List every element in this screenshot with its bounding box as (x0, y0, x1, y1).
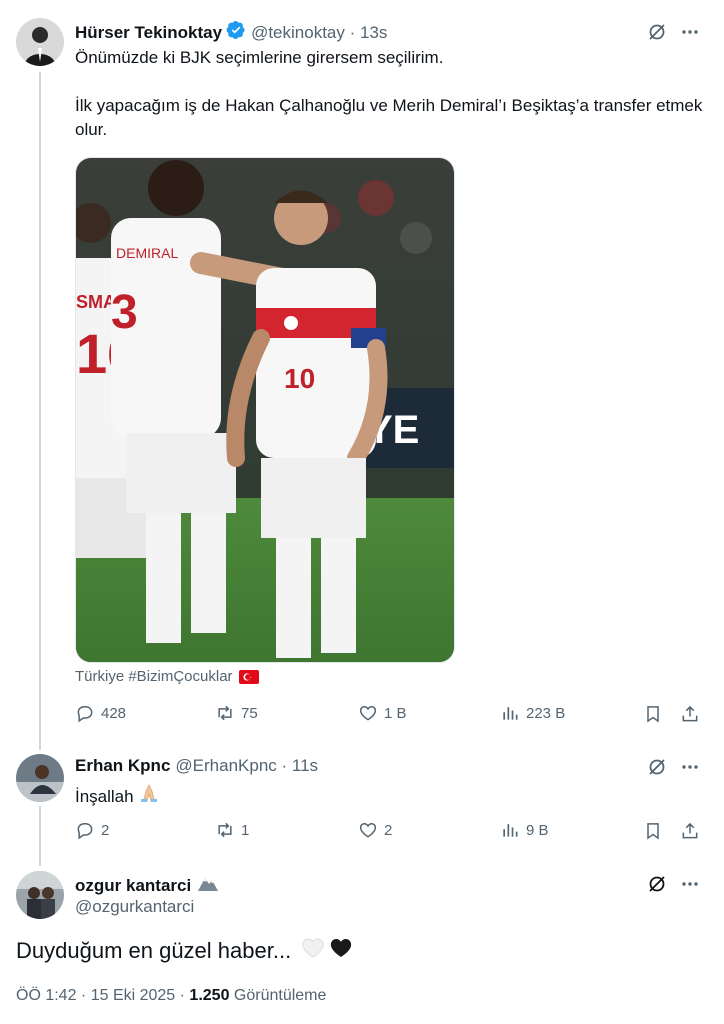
heart-icon (359, 822, 377, 838)
reply-icon (77, 706, 93, 723)
turkey-flag-icon (238, 669, 259, 684)
author-handle[interactable]: @ErhanKpnc · 11s (175, 756, 318, 776)
repost-button[interactable]: 75 (215, 703, 258, 723)
repost-count: 75 (241, 704, 258, 722)
reply-count: 428 (101, 704, 127, 722)
grok-icon[interactable] (646, 873, 668, 895)
like-count: 1 B (384, 704, 407, 722)
reply-icon (77, 823, 93, 840)
verified-badge-icon (226, 20, 246, 45)
views-count: 223 B (526, 704, 566, 722)
post-timestamp[interactable]: ÖÖ 1:42 · 15 Eki 2025 · (16, 987, 189, 1004)
svg-text:DEMIRAL: DEMIRAL (116, 245, 178, 261)
avatar[interactable] (16, 18, 64, 66)
tweet-photo[interactable]: YE SMAIL 16 DEMIRAL 3 10 (75, 157, 455, 663)
reply-count: 2 (101, 821, 110, 839)
post-views-label: Görüntüleme (229, 987, 327, 1004)
like-button[interactable]: 1 B (358, 703, 407, 723)
tweet1-tag-label: Türkiye #BizimÇocuklar (75, 668, 233, 685)
reply-button[interactable]: 2 (75, 820, 109, 840)
repost-icon (218, 705, 232, 721)
like-button[interactable]: 2 (358, 820, 392, 840)
views-icon (503, 824, 518, 837)
svg-text:10: 10 (284, 363, 315, 394)
bookmark-icon[interactable] (642, 820, 664, 842)
more-icon[interactable] (679, 873, 701, 895)
svg-text:3: 3 (111, 286, 138, 339)
bookmark-icon[interactable] (642, 703, 664, 725)
author-handle[interactable]: @ozgurkantarci (75, 897, 194, 917)
post-views-count: 1.250 (189, 987, 230, 1004)
avatar[interactable] (16, 754, 64, 802)
mountain-icon (197, 873, 219, 898)
tweet1-text-line1: Önümüzde ki BJK seçimlerine girersem seç… (75, 48, 444, 67)
views-button[interactable]: 9 B (500, 820, 549, 840)
thread-line-2 (39, 806, 41, 866)
reply-button[interactable]: 428 (75, 703, 126, 723)
more-icon[interactable] (679, 21, 701, 43)
tweet2-header: Erhan Kpnc @ErhanKpnc · 11s (75, 756, 318, 776)
avatar[interactable] (16, 871, 64, 919)
like-count: 2 (384, 821, 393, 839)
views-count: 9 B (526, 821, 549, 839)
repost-icon (218, 822, 232, 838)
share-icon[interactable] (679, 820, 701, 842)
repost-button[interactable]: 1 (215, 820, 249, 840)
tweet1-text-line2: İlk yapacağım iş de Hakan Çalhanoğlu ve … (75, 96, 703, 139)
author-name[interactable]: ozgur kantarci (75, 876, 191, 896)
author-name[interactable]: Hürser Tekinoktay (75, 23, 222, 43)
tweet3-text-row: Duyduğum en güzel haber... (16, 937, 353, 964)
views-icon (503, 707, 518, 720)
author-handle[interactable]: @tekinoktay · 13s (251, 23, 387, 43)
share-icon[interactable] (679, 703, 701, 725)
white-heart-icon (301, 937, 325, 964)
tweet2-text-row: İnşallah (75, 782, 160, 811)
author-name[interactable]: Erhan Kpnc (75, 756, 170, 776)
praying-hands-icon (138, 782, 160, 811)
thread-line-1 (39, 72, 41, 750)
grok-icon[interactable] (646, 756, 668, 778)
tweet3-meta: ÖÖ 1:42 · 15 Eki 2025 · 1.250 Görüntülem… (16, 987, 326, 1005)
tweet3-header: ozgur kantarci (75, 873, 219, 898)
repost-count: 1 (241, 821, 250, 839)
tweet1-header: Hürser Tekinoktay @tekinoktay · 13s (75, 20, 387, 45)
views-button[interactable]: 223 B (500, 703, 565, 723)
tweet1-tag[interactable]: Türkiye #BizimÇocuklar (75, 668, 259, 685)
grok-icon[interactable] (646, 21, 668, 43)
tweet3-text: Duyduğum en güzel haber... (16, 937, 292, 963)
tweet2-text: İnşallah (75, 786, 134, 806)
heart-icon (359, 705, 377, 721)
black-heart-icon (329, 937, 353, 964)
more-icon[interactable] (679, 756, 701, 778)
